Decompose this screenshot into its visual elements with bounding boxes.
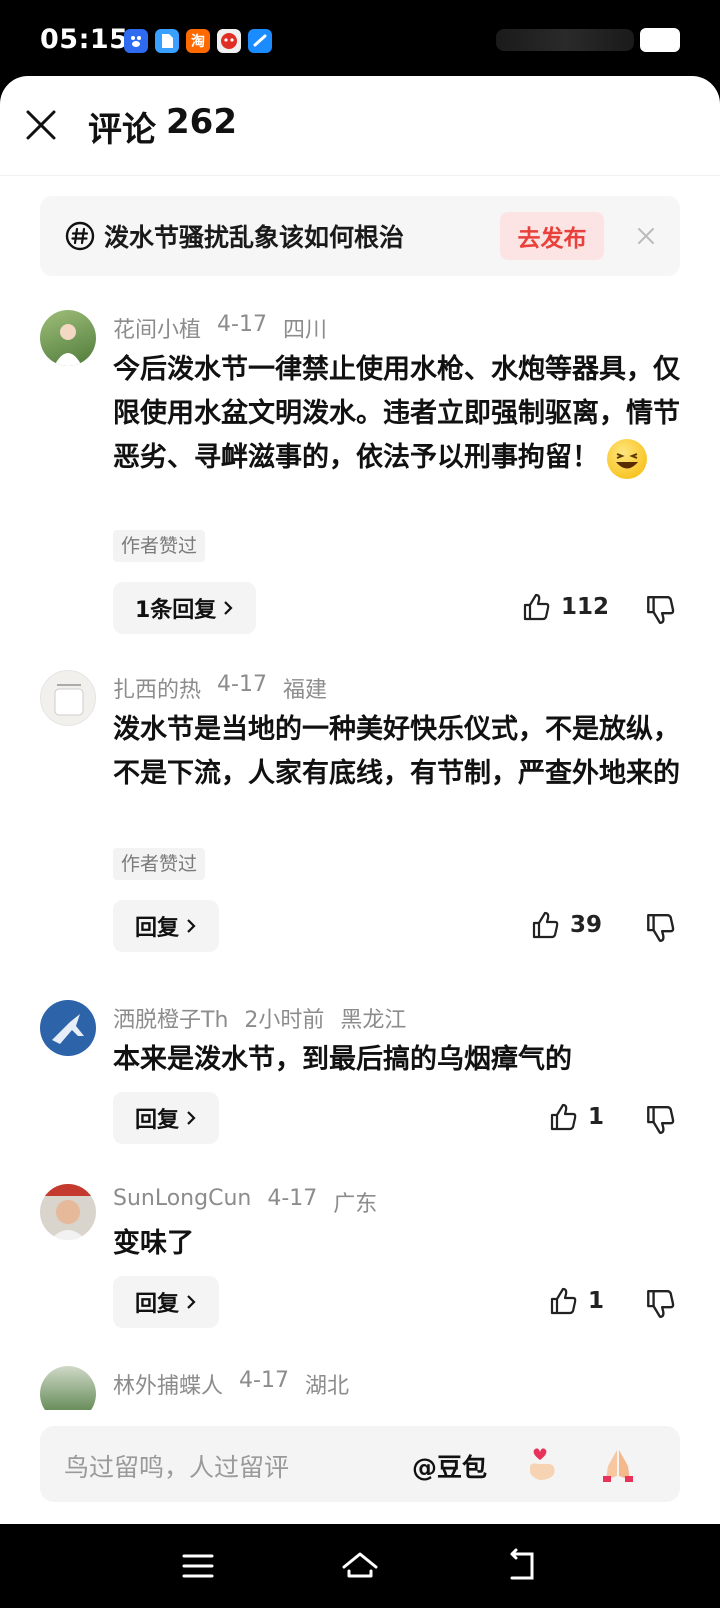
status-time: 05:15 — [40, 24, 129, 55]
like-count: 112 — [561, 594, 610, 620]
comment-text: 变味了 — [113, 1228, 194, 1259]
avatar[interactable] — [40, 670, 96, 726]
back-icon[interactable] — [502, 1546, 542, 1586]
chevron-right-icon — [187, 919, 196, 933]
avatar[interactable] — [40, 1000, 96, 1056]
comment-meta: 花间小植 4-17 四川 — [113, 312, 327, 344]
comment-item: SunLongCun 4-17 广东 变味了 回复 1 — [0, 1184, 720, 1354]
comment-date: 4-17 — [217, 312, 267, 337]
avatar[interactable] — [40, 1184, 96, 1240]
reply-label: 1条回复 — [135, 598, 217, 623]
comment-text: 本来是泼水节，到最后搞的乌烟瘴气的 — [113, 1044, 572, 1075]
reply-button[interactable]: 回复 — [113, 1276, 220, 1328]
comments-sheet: 评论 262 泼水节骚扰乱象该如何根治 去发布 花间小植 4-17 四川 今后泼… — [0, 76, 720, 1524]
username[interactable]: SunLongCun — [113, 1186, 251, 1218]
close-icon[interactable] — [22, 106, 60, 144]
thumbs-up-icon — [523, 593, 550, 621]
like-count: 39 — [570, 912, 603, 938]
thumbs-up-icon — [550, 1287, 577, 1315]
topic-text: 泼水节骚扰乱象该如何根治 — [104, 223, 405, 252]
comment-date: 4-17 — [217, 672, 267, 697]
comment-meta: 扎西的热 4-17 福建 — [113, 672, 327, 704]
like-button[interactable]: 39 — [530, 910, 602, 940]
pinduoduo-app-icon — [217, 29, 241, 53]
title-label: 评论 — [88, 110, 156, 150]
topic-banner[interactable]: 泼水节骚扰乱象该如何根治 去发布 — [40, 196, 680, 276]
laughing-emoji-icon — [607, 438, 647, 479]
username[interactable]: 扎西的热 — [113, 672, 201, 704]
avatar[interactable] — [40, 310, 96, 366]
baidu-app-icon — [124, 29, 148, 53]
mention-button[interactable]: @豆包 — [412, 1448, 487, 1484]
file-app-icon — [155, 29, 179, 53]
like-button[interactable]: 1 — [548, 1286, 604, 1316]
like-count: 1 — [588, 1288, 605, 1314]
chevron-right-icon — [187, 1111, 196, 1125]
hashtag-icon — [65, 221, 95, 251]
like-button[interactable]: 1 — [548, 1102, 604, 1132]
avatar[interactable] — [40, 1366, 96, 1410]
comment-input[interactable]: 鸟过留鸣，人过留评 — [64, 1448, 289, 1484]
comment-location: 广东 — [333, 1192, 378, 1217]
comment-count: 262 — [166, 102, 237, 142]
comment-date: 4-17 — [267, 1186, 318, 1211]
taobao-app-icon: 淘 — [186, 29, 210, 53]
username[interactable]: 林外捕蝶人 — [113, 1368, 223, 1400]
reply-button[interactable]: 回复 — [113, 1092, 220, 1144]
reply-button[interactable]: 1条回复 — [113, 582, 257, 634]
comments-header: 评论 262 — [0, 76, 720, 176]
comment-date: 4-17 — [239, 1368, 289, 1393]
comment-text-content: 今后泼水节一律禁止使用水枪、水炮等器具，仅限使用水盆文明泼水。违者立即强制驱离，… — [113, 354, 680, 473]
battery-icon — [640, 28, 680, 52]
signal-indicators — [496, 29, 634, 51]
thumbs-down-icon[interactable] — [644, 594, 676, 626]
finger-heart-icon[interactable] — [520, 1442, 564, 1486]
reply-button[interactable]: 回复 — [113, 900, 220, 952]
comment-item: 林外捕蝶人 4-17 湖北 — [0, 1366, 720, 1410]
thumbs-up-icon — [532, 911, 559, 939]
like-button[interactable]: 112 — [521, 592, 609, 622]
thumbs-down-icon[interactable] — [644, 1288, 676, 1320]
like-count: 1 — [588, 1104, 605, 1130]
reply-label: 回复 — [135, 1108, 180, 1133]
home-icon[interactable] — [340, 1546, 380, 1586]
comment-item: 花间小植 4-17 四川 今后泼水节一律禁止使用水枪、水炮等器具，仅限使用水盆文… — [0, 306, 720, 646]
comment-meta: 洒脱橙子Th 2小时前 黑龙江 — [113, 1002, 406, 1034]
publish-button[interactable]: 去发布 — [500, 212, 604, 260]
comment-meta: SunLongCun 4-17 广东 — [113, 1186, 377, 1218]
reply-label: 回复 — [135, 1292, 180, 1317]
message-app-icon — [248, 29, 272, 53]
comment-location: 湖北 — [304, 1374, 349, 1399]
username[interactable]: 洒脱橙子Th — [113, 1002, 228, 1034]
page-title: 评论 262 — [88, 102, 237, 151]
comment-location: 黑龙江 — [340, 1008, 407, 1033]
comment-text: 今后泼水节一律禁止使用水枪、水炮等器具，仅限使用水盆文明泼水。违者立即强制驱离，… — [113, 348, 683, 480]
comment-input-bar[interactable]: 鸟过留鸣，人过留评 @豆包 — [40, 1426, 680, 1502]
author-liked-tag: 作者赞过 — [113, 530, 206, 562]
chevron-right-icon — [224, 601, 233, 615]
status-indicators — [496, 28, 680, 52]
thumbs-down-icon[interactable] — [644, 912, 676, 944]
reply-label: 回复 — [135, 916, 180, 941]
pray-icon[interactable] — [596, 1442, 640, 1486]
thumbs-down-icon[interactable] — [644, 1104, 676, 1136]
author-liked-tag: 作者赞过 — [113, 848, 206, 880]
comment-text: 泼水节是当地的一种美好快乐仪式，不是放纵，不是下流，人家有底线，有节制，严查外地… — [113, 714, 680, 789]
chevron-right-icon — [187, 1295, 196, 1309]
comment-location: 四川 — [282, 318, 327, 343]
comment-item: 洒脱橙子Th 2小时前 黑龙江 本来是泼水节，到最后搞的乌烟瘴气的 回复 1 — [0, 1000, 720, 1170]
notification-icons: 淘 — [124, 29, 272, 53]
comment-meta: 林外捕蝶人 4-17 湖北 — [113, 1368, 349, 1400]
thumbs-up-icon — [550, 1103, 577, 1131]
system-navbar — [0, 1524, 720, 1608]
menu-icon[interactable] — [178, 1546, 218, 1586]
dismiss-topic-icon[interactable] — [634, 224, 658, 248]
username[interactable]: 花间小植 — [113, 312, 201, 344]
status-bar: 05:15 淘 — [0, 0, 720, 80]
comment-date: 2小时前 — [244, 1008, 325, 1033]
comment-item: 扎西的热 4-17 福建 泼水节是当地的一种美好快乐仪式，不是放纵，不是下流，人… — [0, 666, 720, 966]
comment-location: 福建 — [282, 678, 327, 703]
